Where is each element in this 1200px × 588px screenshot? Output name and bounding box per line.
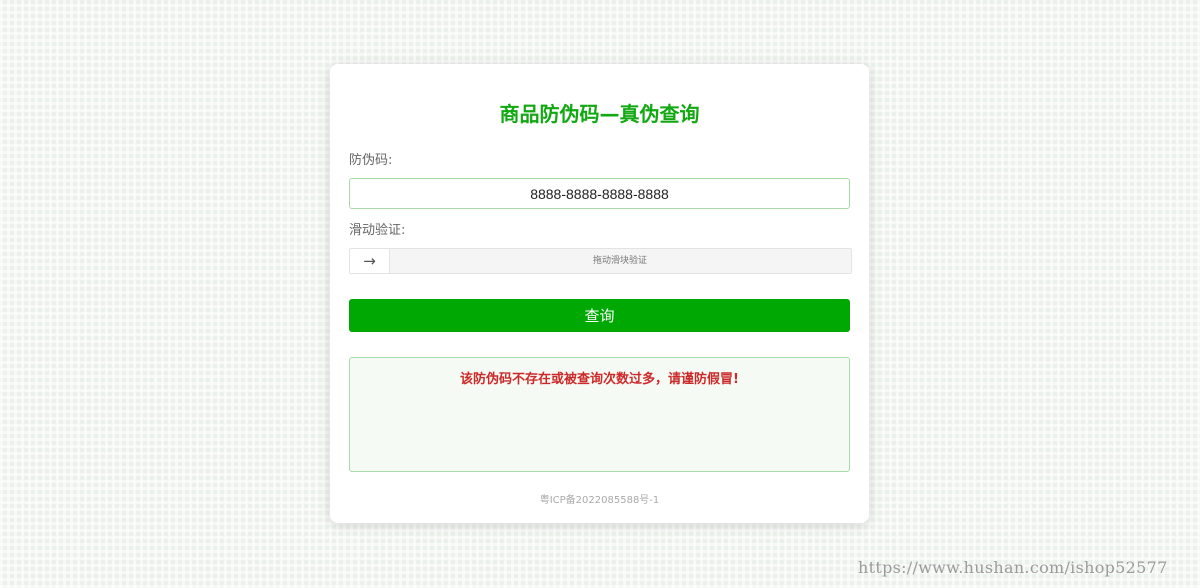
code-label: 防伪码: <box>349 153 393 168</box>
slider-handle-arrow-icon[interactable]: → <box>350 249 390 273</box>
page-title: 商品防伪码—真伪查询 <box>499 102 700 126</box>
slide-verify-hint: 拖动滑块验证 <box>592 256 647 266</box>
result-box: 该防伪码不存在或被查询次数过多，请谨防假冒! <box>349 357 850 472</box>
slide-verify-track[interactable]: → 拖动滑块验证 <box>349 248 852 274</box>
result-message: 该防伪码不存在或被查询次数过多，请谨防假冒! <box>460 372 739 387</box>
slide-verify-label: 滑动验证: <box>349 223 406 238</box>
icp-link[interactable]: 粤ICP备2022085588号-1 <box>330 491 869 506</box>
query-button[interactable]: 查询 <box>349 299 850 332</box>
code-input[interactable] <box>349 178 850 209</box>
query-card: 商品防伪码—真伪查询 防伪码: 滑动验证: → 拖动滑块验证 查询 该防伪码不存… <box>330 64 869 523</box>
watermark-text: https://www.hushan.com/ishop52577 <box>858 558 1168 577</box>
